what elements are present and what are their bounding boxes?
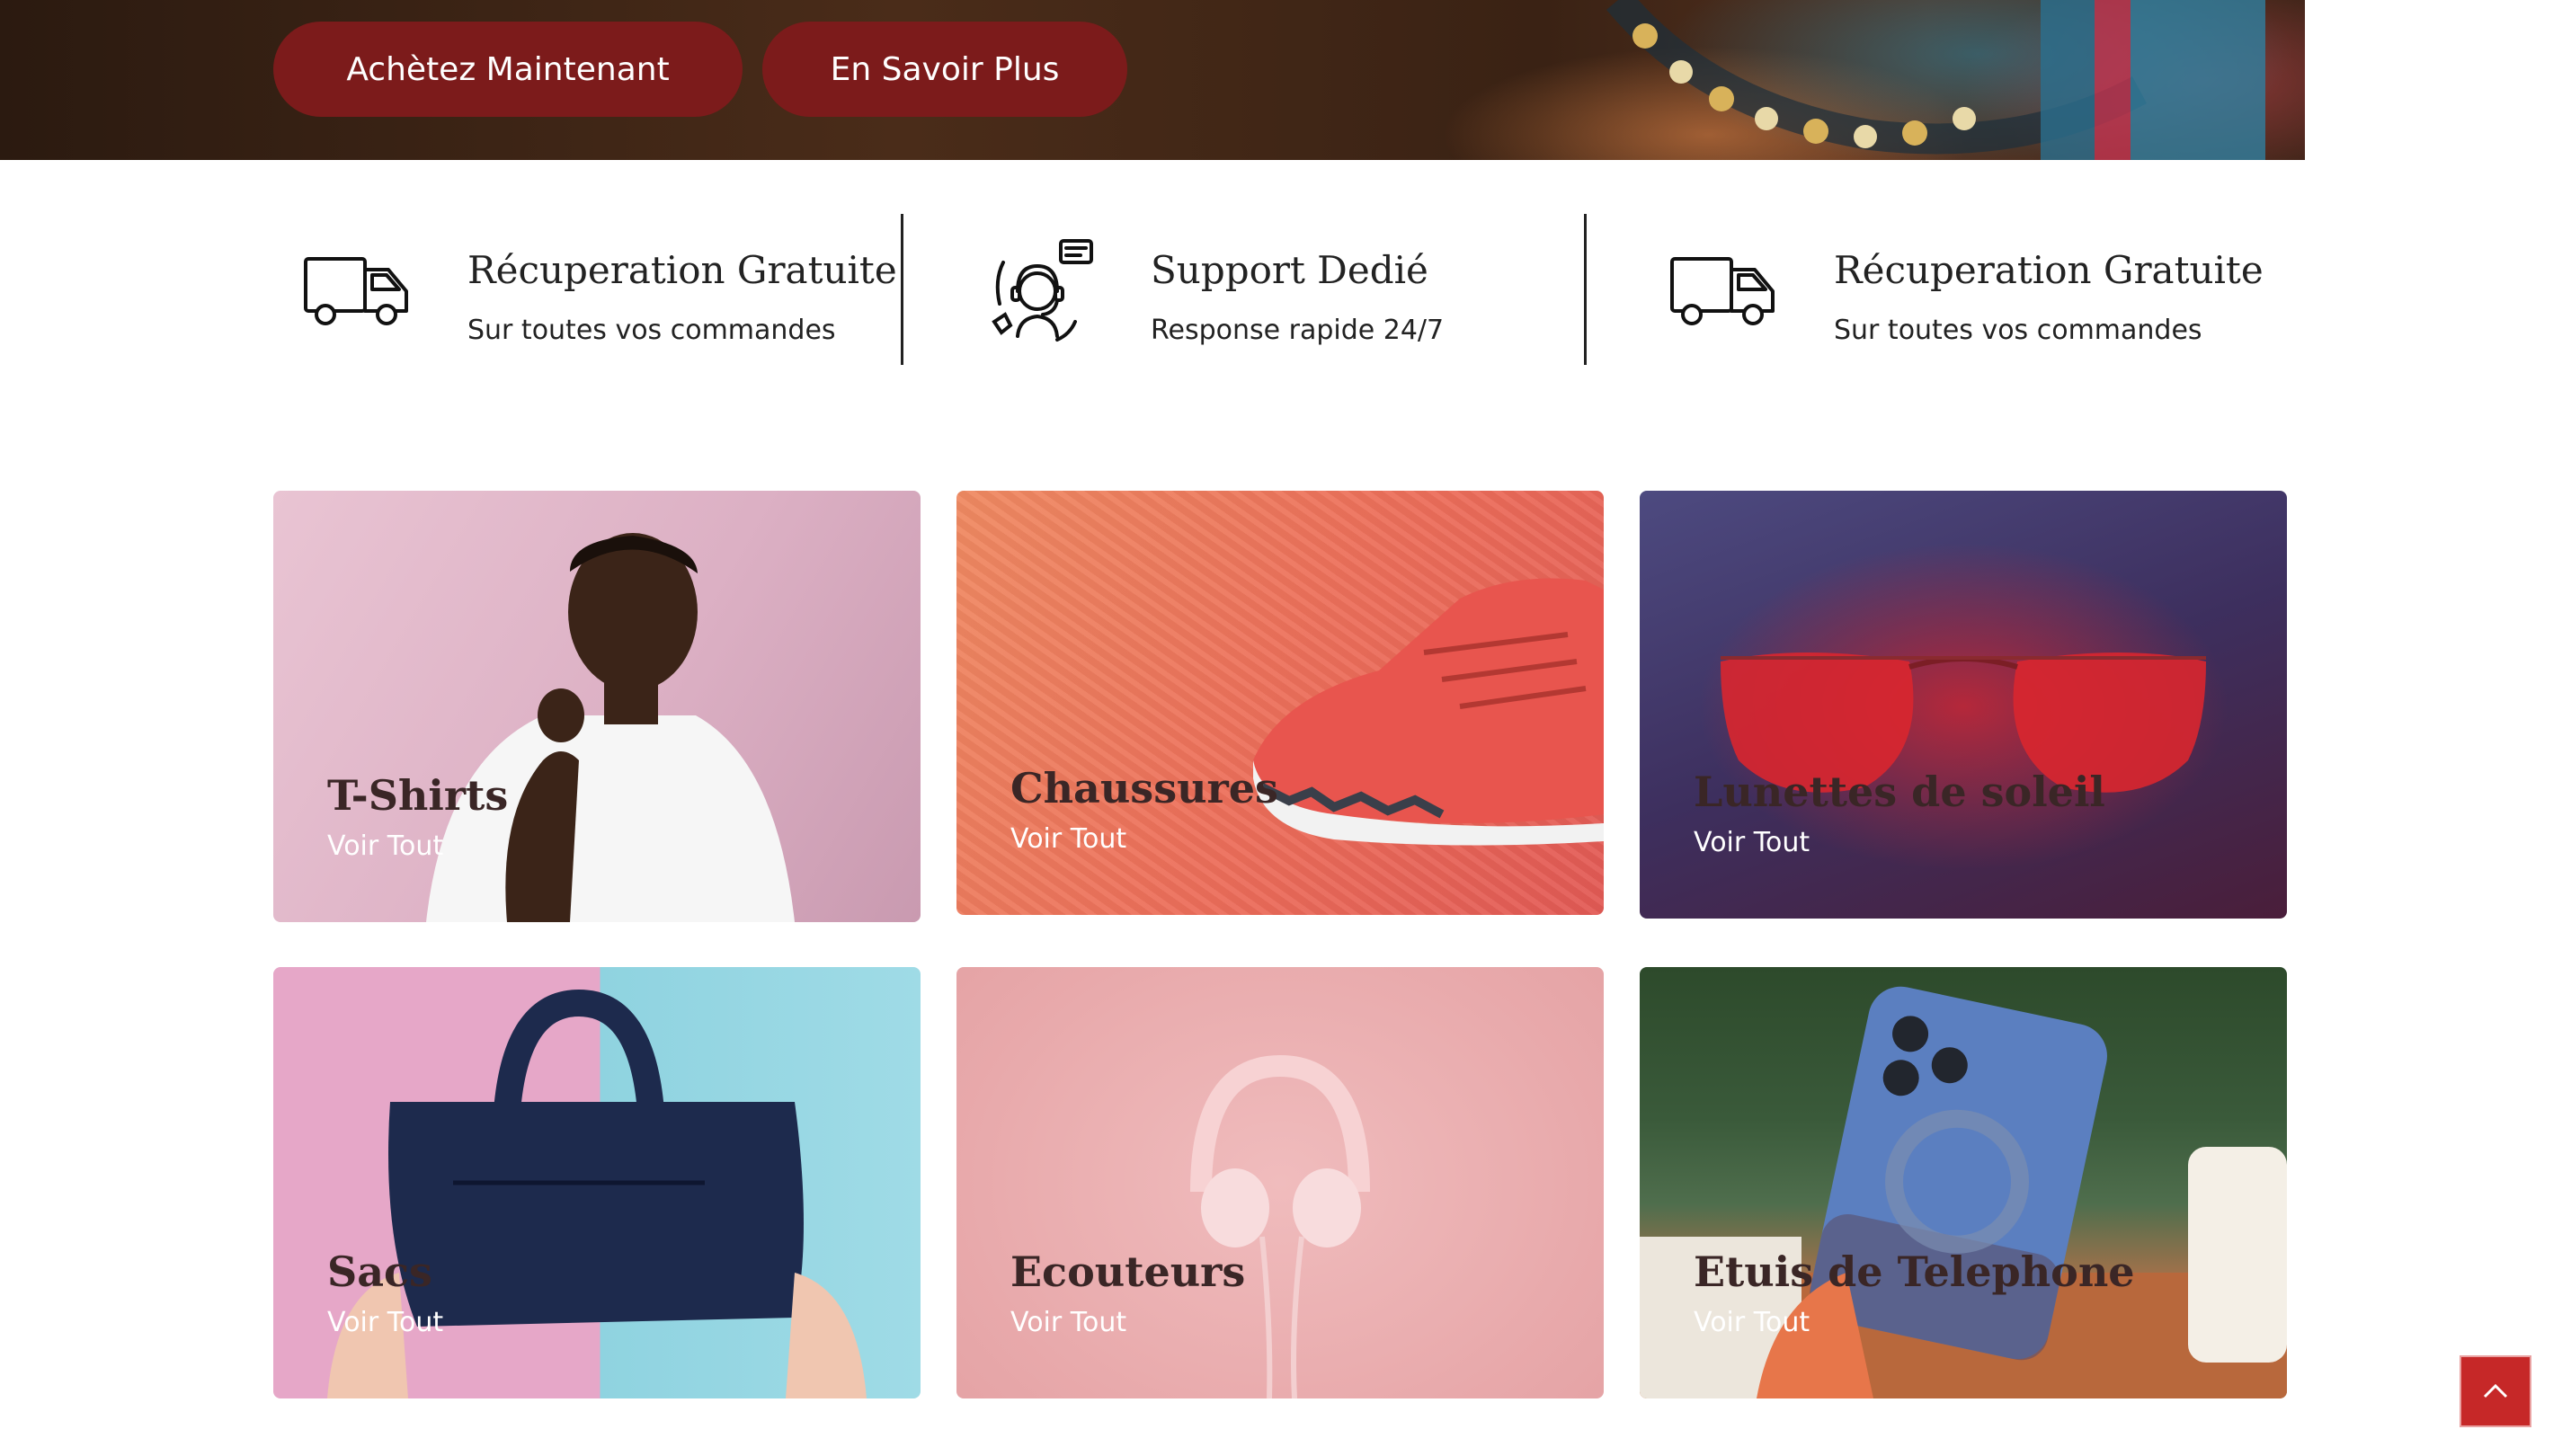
category-title: Sacs [327, 1247, 432, 1296]
category-card-bags[interactable]: Sacs Voir Tout [273, 967, 921, 1398]
feature-title: Support Dedié [1151, 248, 1428, 292]
feature-subtitle: Response rapide 24/7 [1151, 315, 1445, 346]
feature-support: Support Dedié Response rapide 24/7 [956, 214, 1586, 365]
category-title: Lunettes de soleil [1694, 768, 2105, 816]
view-all-link[interactable]: Voir Tout [327, 830, 443, 862]
buy-now-button[interactable]: Achètez Maintenant [273, 22, 743, 117]
learn-more-button[interactable]: En Savoir Plus [762, 22, 1127, 117]
category-title: Ecouteurs [1010, 1247, 1246, 1296]
chevron-up-icon [2483, 1383, 2508, 1398]
view-all-link[interactable]: Voir Tout [1694, 1307, 1810, 1338]
feature-title: Récuperation Gratuite [1834, 248, 2264, 292]
category-title: T-Shirts [327, 771, 509, 820]
category-card-headphones[interactable]: Ecouteurs Voir Tout [956, 967, 1604, 1398]
delivery-van-icon [1670, 257, 1775, 325]
hero-edge [2305, 0, 2571, 160]
feature-free-pickup: Récuperation Gratuite Sur toutes vos com… [1640, 214, 2269, 365]
customer-support-icon [992, 239, 1093, 342]
feature-divider [1584, 214, 1587, 365]
hero-banner: Achètez Maintenant En Savoir Plus [0, 0, 2571, 160]
feature-subtitle: Sur toutes vos commandes [1834, 315, 2202, 346]
view-all-link[interactable]: Voir Tout [1694, 827, 1810, 858]
category-card-shoes[interactable]: Chaussures Voir Tout [956, 491, 1604, 915]
category-card-tshirts[interactable]: T-Shirts Voir Tout [273, 491, 921, 922]
category-title: Chaussures [1010, 764, 1278, 812]
view-all-link[interactable]: Voir Tout [327, 1307, 443, 1338]
delivery-van-icon [304, 257, 408, 325]
feature-subtitle: Sur toutes vos commandes [467, 315, 836, 346]
view-all-link[interactable]: Voir Tout [1010, 1307, 1126, 1338]
feature-divider [901, 214, 903, 365]
category-card-phone-cases[interactable]: Etuis de Telephone Voir Tout [1640, 967, 2287, 1398]
feature-free-pickup: Récuperation Gratuite Sur toutes vos com… [273, 214, 903, 365]
category-title: Etuis de Telephone [1694, 1247, 2135, 1296]
category-card-sunglasses[interactable]: Lunettes de soleil Voir Tout [1640, 491, 2287, 919]
view-all-link[interactable]: Voir Tout [1010, 823, 1126, 855]
feature-title: Récuperation Gratuite [467, 248, 897, 292]
scroll-to-top-button[interactable] [2460, 1355, 2531, 1427]
